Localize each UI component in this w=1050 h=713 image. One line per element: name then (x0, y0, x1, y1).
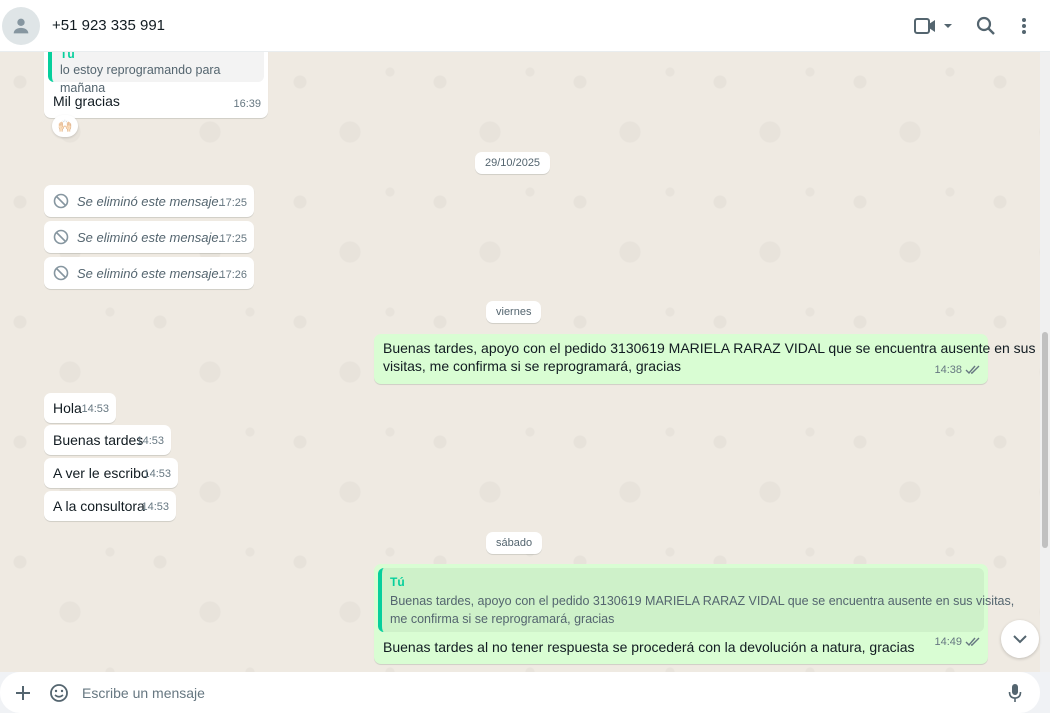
outgoing-message[interactable]: Buenas tardes, apoyo con el pedido 31306… (374, 334, 1035, 384)
voice-message-button[interactable] (1004, 682, 1026, 704)
more-options-button[interactable] (1012, 8, 1036, 44)
more-vertical-icon (1022, 17, 1026, 34)
message-time: 14:53 (143, 468, 171, 480)
contact-avatar[interactable] (2, 6, 40, 45)
message-text: Buenas tardes (53, 432, 144, 448)
incoming-message[interactable]: Buenas tardes 14:53 (44, 425, 171, 455)
message-time: 14:53 (141, 501, 169, 513)
chat-header: +51 923 335 991 (0, 0, 1050, 52)
attach-button[interactable] (12, 682, 34, 704)
blocked-icon (53, 265, 69, 281)
microphone-icon (1008, 683, 1022, 702)
message-text-line: Buenas tardes, apoyo con el pedido 31306… (383, 340, 1036, 356)
search-icon (976, 16, 995, 35)
sticker-button[interactable] (48, 682, 70, 704)
blocked-icon (53, 193, 69, 209)
incoming-message[interactable]: Hola 14:53 (44, 393, 116, 423)
message-text: A ver le escribo (53, 465, 149, 481)
deleted-message[interactable]: Se eliminó este mensaje. 17:25 (44, 185, 254, 217)
message-text: A la consultora (53, 498, 145, 514)
message-time: 14:38 (934, 361, 981, 380)
plus-icon (16, 685, 30, 700)
message-reaction[interactable]: 🙌🏻 (52, 115, 78, 137)
message-time: 14:53 (136, 435, 164, 447)
quoted-text-line: me confirma si se reprogramará, gracias (390, 612, 615, 626)
message-time: 17:25 (219, 197, 247, 209)
scroll-to-bottom-button[interactable] (1001, 620, 1039, 658)
message-text-line: visitas, me confirma si se reprogramará,… (383, 358, 681, 374)
quoted-message[interactable]: Tú lo estoy reprogramando para mañana (48, 52, 264, 95)
message-text: Hola (53, 400, 82, 416)
chevron-down-icon (944, 23, 952, 28)
sticker-icon (50, 683, 68, 702)
avatar-person-icon (13, 18, 29, 33)
video-call-button[interactable] (910, 8, 958, 44)
scrollbar-thumb[interactable] (1042, 332, 1048, 548)
deleted-text: Se eliminó este mensaje. (77, 229, 223, 245)
quoted-text-line: Buenas tardes, apoyo con el pedido 31306… (390, 594, 1015, 608)
message-text: Mil gracias (53, 93, 120, 109)
chat-conversation[interactable]: Tú lo estoy reprogramando para mañana Mi… (0, 52, 1040, 672)
contact-name[interactable]: +51 923 335 991 (52, 17, 165, 34)
incoming-message[interactable]: A ver le escribo 14:53 (44, 458, 178, 488)
deleted-text: Se eliminó este mensaje. (77, 265, 223, 281)
chevron-down-icon (1013, 635, 1027, 644)
message-time: 14:49 (934, 633, 981, 652)
double-check-icon (965, 637, 980, 647)
blocked-icon (53, 229, 69, 245)
deleted-message[interactable]: Se eliminó este mensaje. 17:25 (44, 221, 254, 253)
video-call-icon (914, 17, 935, 34)
incoming-message[interactable]: A la consultora 14:53 (44, 491, 176, 521)
message-input[interactable] (82, 684, 942, 701)
deleted-message[interactable]: Se eliminó este mensaje. 17:26 (44, 257, 254, 289)
message-time: 17:25 (219, 233, 247, 245)
message-time: 14:53 (81, 403, 109, 415)
quoted-message[interactable]: Tú Buenas tardes, apoyo con el pedido 31… (378, 568, 1014, 632)
incoming-message[interactable]: Tú lo estoy reprogramando para mañana Mi… (44, 52, 268, 118)
outgoing-message[interactable]: Tú Buenas tardes, apoyo con el pedido 31… (374, 564, 1014, 664)
double-check-icon (965, 365, 980, 375)
message-text: Buenas tardes al no tener respuesta se p… (383, 639, 915, 655)
date-separator: 29/10/2025 (475, 152, 551, 174)
chat-scrollbar[interactable] (1040, 52, 1050, 672)
quoted-author: Tú (390, 575, 405, 589)
search-button[interactable] (968, 8, 1004, 44)
date-separator: sábado (486, 532, 543, 554)
message-composer (0, 672, 1050, 713)
composer-box (0, 672, 1040, 713)
message-time: 16:39 (233, 98, 261, 110)
deleted-text: Se eliminó este mensaje. (77, 193, 223, 209)
message-time: 17:26 (219, 269, 247, 281)
date-separator: viernes (486, 301, 542, 323)
